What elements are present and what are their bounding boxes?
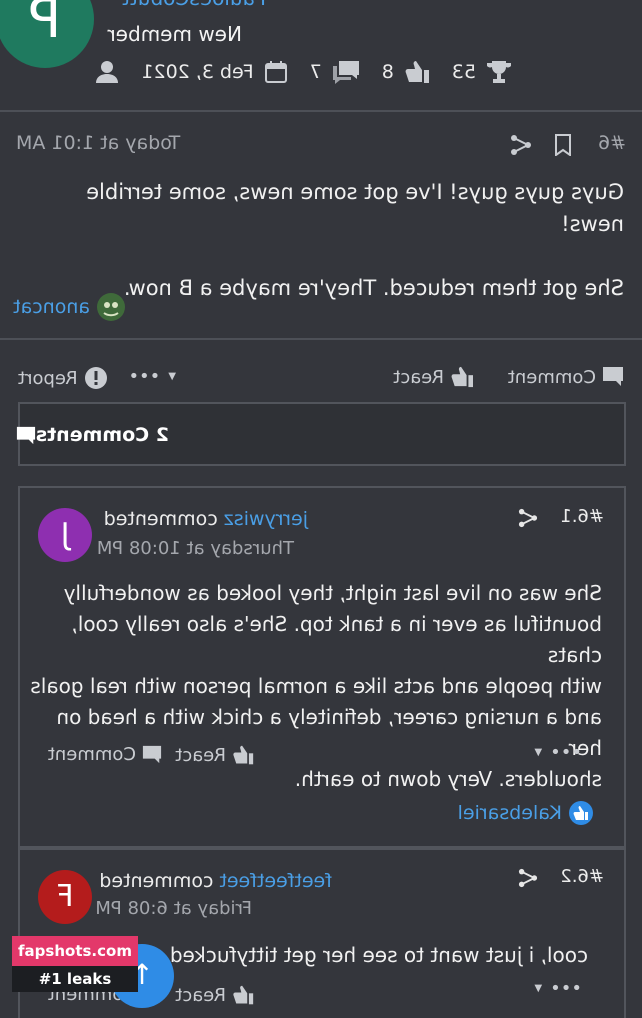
user-icon <box>96 61 119 83</box>
comment-react-button[interactable]: React <box>175 744 254 766</box>
reactions-count: 8 <box>381 61 394 83</box>
comment-line: She was on live last night, they looked … <box>63 581 602 605</box>
mirrored-page: P PauloesCobutt New member 53 8 7 Feb 3,… <box>0 0 642 1018</box>
comment-icon <box>16 426 36 446</box>
comment-line: bountiful as ever in a tank top. She's a… <box>71 612 602 667</box>
comment-label: Comment <box>507 366 596 388</box>
watermark-site: fapshots.com <box>12 936 138 966</box>
comment-line: with people and acts like a normal perso… <box>30 674 602 698</box>
comment-verb: commented <box>99 870 214 892</box>
points-stat: 53 <box>452 60 512 84</box>
comment-button[interactable]: Comment <box>508 366 624 388</box>
joined-stat: Feb 3, 2021 <box>141 60 287 84</box>
comment-item: F feetfeetfeet commented Friday at 6:08 … <box>18 848 626 1018</box>
comments-count-title: 2 Comments <box>35 424 169 446</box>
comment-avatar[interactable]: J <box>38 508 92 562</box>
comment-avatar[interactable]: F <box>38 870 92 924</box>
bookmark-icon[interactable] <box>554 134 572 156</box>
comment-time[interactable]: Friday at 6:08 PM <box>95 898 252 919</box>
comment-author-line: jerrywisz commented <box>104 508 308 530</box>
thumbs-up-icon <box>233 985 254 1005</box>
comment-reply-button[interactable]: Comment <box>48 744 162 765</box>
comment-more-button[interactable]: ••• ▼ <box>534 978 582 999</box>
thumbs-up-icon <box>405 61 429 83</box>
thumbs-up-icon <box>233 745 254 765</box>
post-time[interactable]: Today at 1:01 AM <box>16 132 180 154</box>
post-paragraph: Guys guys guys! I've got some news, some… <box>86 180 624 236</box>
author-name[interactable]: PauloesCobutt <box>122 0 266 10</box>
comment-number[interactable]: #6.1 <box>560 506 604 527</box>
comment-icon <box>142 745 162 763</box>
reactor-name[interactable]: anoncat <box>13 296 90 318</box>
alert-icon <box>84 367 107 389</box>
comment-label: Comment <box>47 744 136 765</box>
divider <box>0 338 642 340</box>
thumbs-up-icon <box>451 366 473 388</box>
comment-line: shoulders. Very down to earth. <box>294 767 602 791</box>
comment-item: J jerrywisz commented Thursday at 10:08 … <box>18 486 626 846</box>
post-meta: Today at 1:01 AM #6 <box>16 132 626 158</box>
reactor-avatar-icon <box>96 292 126 322</box>
react-label: React <box>175 984 226 1006</box>
comment-author-line: feetfeetfeet commented <box>99 870 332 892</box>
chevron-down-icon: ▼ <box>168 371 176 382</box>
report-label: Report <box>18 367 78 389</box>
messages-count: 7 <box>309 61 322 83</box>
comment-number[interactable]: #6.2 <box>560 866 604 887</box>
reactions-stat: 8 <box>382 60 430 84</box>
share-icon[interactable] <box>510 134 532 156</box>
reactor-name[interactable]: Kalebsariel <box>458 802 562 824</box>
comment-username[interactable]: feetfeetfeet <box>219 870 332 892</box>
comment-icon <box>603 367 623 386</box>
points-count: 53 <box>451 61 476 83</box>
watermark-tagline: #1 leaks <box>12 966 138 992</box>
author-role: New member <box>107 22 242 46</box>
comments-header[interactable]: 2 Comments <box>16 402 626 466</box>
react-label: React <box>393 366 444 388</box>
react-button[interactable]: React <box>393 366 474 388</box>
like-badge-icon <box>569 801 593 825</box>
post-action-bar: Report ▼ ••• React Comment <box>18 366 624 394</box>
share-icon[interactable] <box>518 868 538 888</box>
divider <box>0 110 642 112</box>
comments-icon <box>332 61 359 84</box>
more-options-button[interactable]: ▼ ••• <box>128 366 176 387</box>
reaction-summary[interactable]: anoncat <box>13 292 126 322</box>
joined-date: Feb 3, 2021 <box>141 61 254 83</box>
post-number[interactable]: #6 <box>598 132 626 154</box>
author-stats: 53 8 7 Feb 3, 2021 <box>95 60 512 84</box>
chevron-down-icon: ▼ <box>534 983 543 994</box>
more-label: ••• <box>550 742 582 763</box>
comment-reaction-summary[interactable]: Kalebsariel <box>458 800 594 826</box>
chevron-down-icon: ▼ <box>534 747 543 758</box>
comment-more-button[interactable]: ••• ▼ <box>534 742 582 763</box>
more-label: ••• <box>128 366 161 387</box>
comment-username[interactable]: jerrywisz <box>224 508 308 530</box>
trophy-icon <box>487 61 511 83</box>
author-avatar[interactable]: P <box>0 0 94 68</box>
messages-stat: 7 <box>310 60 360 84</box>
report-button[interactable]: Report <box>18 366 108 390</box>
more-label: ••• <box>550 978 582 999</box>
comment-verb: commented <box>103 508 218 530</box>
calendar-icon <box>264 61 287 83</box>
comment-react-button[interactable]: React <box>175 984 254 1006</box>
share-icon[interactable] <box>518 508 538 528</box>
react-label: React <box>175 744 226 766</box>
comment-time[interactable]: Thursday at 10:08 PM <box>97 538 294 559</box>
